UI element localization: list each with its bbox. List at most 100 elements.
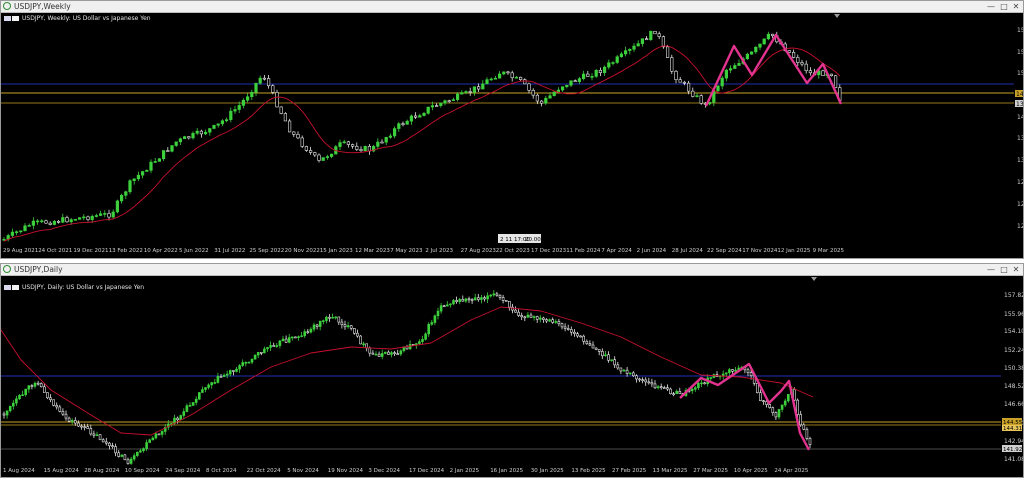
daily-price-tick: 146.660 — [1004, 401, 1024, 408]
candle-body — [498, 294, 502, 298]
candle-body — [124, 191, 128, 196]
weekly-date-tick: 5 Jun 2022 — [179, 248, 209, 254]
candle-body — [42, 386, 46, 393]
candle-body — [306, 331, 310, 333]
candle-body — [662, 387, 666, 389]
candle-body — [636, 43, 640, 47]
minimize-icon[interactable]: — — [985, 264, 997, 275]
candle-body — [613, 359, 617, 366]
candle-body — [359, 335, 362, 345]
daily-price-tick: 141.080 — [1004, 456, 1024, 463]
candle-body — [312, 324, 316, 330]
candle-body — [535, 316, 539, 320]
daily-price-tag-label: 141.925 — [1003, 447, 1024, 453]
weekly-date-tick: 17 Dec 2023 — [531, 248, 567, 254]
candle-body — [27, 385, 31, 390]
candle-body — [194, 398, 198, 403]
candle-body — [563, 326, 567, 329]
weekly-date-tick: 28 Jul 2024 — [672, 248, 704, 254]
candle-body — [507, 300, 511, 308]
candle-body — [808, 438, 812, 445]
candle-body — [502, 71, 506, 75]
candle-body — [542, 317, 545, 320]
daily-date-tick: 13 Mar 2025 — [653, 468, 688, 474]
weekly-date-tick: 31 Jul 2022 — [214, 248, 245, 254]
candle-body — [129, 458, 133, 464]
candle-body — [759, 392, 762, 401]
candle-body — [363, 146, 367, 151]
weekly-price-tick: 13 — [1017, 157, 1024, 164]
candle-body — [294, 336, 297, 339]
candle-body — [70, 420, 74, 422]
maximize-icon[interactable]: □ — [998, 264, 1010, 275]
candle-body — [517, 311, 520, 316]
weekly-date-tick: 29 Aug 2021 — [3, 248, 38, 254]
candle-body — [149, 161, 153, 171]
candle-body — [82, 216, 86, 219]
daily-date-tick: 28 Aug 2024 — [84, 468, 120, 474]
candle-body — [259, 352, 263, 354]
candle-body — [292, 131, 296, 135]
daily-date-tick: 22 Oct 2024 — [247, 468, 282, 474]
candle-body — [275, 345, 279, 347]
candle-body — [430, 105, 435, 108]
candle-body — [89, 428, 93, 435]
candle-body — [396, 353, 400, 355]
candle-body — [15, 398, 18, 404]
candle-body — [504, 300, 508, 302]
candle-body — [368, 347, 372, 354]
candle-body — [758, 43, 762, 48]
candle-body — [641, 379, 644, 381]
candle-body — [229, 370, 232, 375]
candle-body — [405, 120, 409, 125]
candle-body — [35, 220, 40, 223]
candle-body — [24, 388, 28, 396]
candle-body — [659, 386, 663, 388]
close-icon[interactable]: ✕ — [1010, 264, 1022, 275]
weekly-price-chart[interactable]: 15151514141313121212141329 Aug 202124 Oc… — [1, 12, 1024, 259]
candle-body — [212, 124, 216, 129]
candle-body — [821, 70, 825, 77]
candle-body — [631, 372, 635, 377]
weekly-date-tick: 24 Oct 2021 — [38, 248, 72, 254]
weekly-chart-window[interactable]: USDJPY,Weekly — □ ✕ USDJPY, Weekly: US D… — [0, 0, 1024, 259]
candle-body — [716, 85, 720, 92]
candle-body — [73, 219, 77, 221]
candle-body — [176, 417, 179, 421]
candle-body — [103, 213, 107, 215]
candle-body — [635, 375, 638, 380]
candle-body — [12, 402, 15, 407]
candle-body — [157, 433, 161, 436]
candle-body — [393, 352, 396, 354]
candle-body — [201, 389, 204, 393]
candle-body — [179, 415, 182, 421]
candle-body — [749, 372, 753, 377]
candle-body — [283, 113, 288, 122]
candle-body — [108, 442, 111, 447]
candle-body — [188, 405, 192, 407]
candle-body — [604, 354, 607, 357]
candle-body — [724, 69, 728, 79]
candle-body — [693, 387, 697, 390]
daily-price-chart[interactable]: 157.820 155.960 154.100 152.240 150.380 148.5… — [1, 275, 1024, 478]
minimize-icon[interactable]: — — [985, 1, 997, 12]
candle-body — [573, 80, 577, 83]
candle-body — [271, 85, 275, 93]
candle-body — [755, 383, 759, 393]
daily-chart-window[interactable]: USDJPY,Daily — □ ✕ USDJPY, Daily: US Dol… — [0, 263, 1024, 478]
weekly-date-tick: 22 Oct 2023 — [496, 248, 531, 254]
maximize-icon[interactable]: □ — [998, 1, 1010, 12]
candle-body — [602, 66, 607, 73]
candle-body — [430, 322, 434, 325]
candle-body — [263, 348, 266, 354]
candle-body — [787, 50, 791, 53]
candle-body — [90, 216, 94, 220]
weekly-date-tick: 15 Jan 2023 — [320, 248, 353, 254]
candle-body — [514, 309, 517, 313]
daily-price-tick: 142.940 — [1004, 438, 1024, 445]
candle-body — [207, 384, 210, 388]
candle-body — [585, 341, 589, 344]
close-icon[interactable]: ✕ — [1010, 1, 1022, 12]
candle-body — [170, 145, 174, 152]
candle-body — [691, 90, 695, 97]
